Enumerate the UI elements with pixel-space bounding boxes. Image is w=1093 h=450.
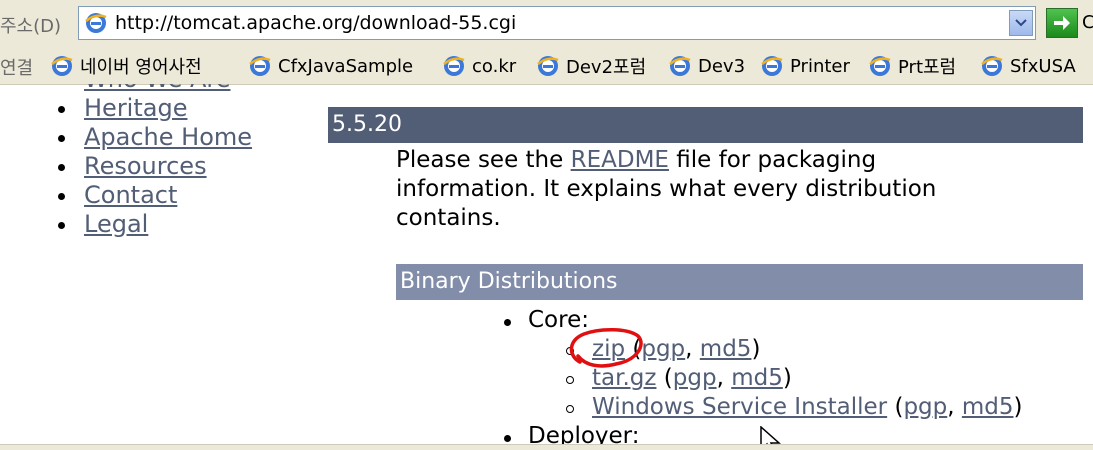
link-item-dev2forum[interactable]: Dev2포럼: [536, 52, 646, 80]
download-item-zip: zip (pgp, md5): [566, 335, 1023, 364]
link-item-sfxusa[interactable]: SfxUSA: [980, 52, 1076, 80]
deployer-item: Deployer:: [500, 422, 957, 444]
sidebar-link-resources[interactable]: Resources: [84, 152, 207, 180]
intro-text-before: Please see the: [396, 147, 571, 173]
mouse-cursor-icon: [760, 426, 781, 444]
ie-page-icon: [981, 56, 1003, 76]
bullet: [566, 405, 574, 413]
intro-paragraph: Please see the README file for packaging…: [396, 146, 956, 233]
ie-page-icon: [85, 13, 107, 33]
sidebar-item-resources: Resources: [58, 152, 252, 181]
link-item-printer[interactable]: Printer: [760, 52, 850, 80]
sidebar-link-who-we-are[interactable]: Who We Are: [84, 84, 231, 93]
distribution-list: Core: zip (pgp, md5) tar.gz (pgp, md5) W…: [500, 306, 1023, 444]
link-item-dev3[interactable]: Dev3: [668, 52, 745, 80]
address-dropdown-button[interactable]: [1009, 10, 1033, 36]
address-toolbar: 주소(D) http://tomcat.apache.org/download-…: [0, 0, 1093, 49]
download-item-targz: tar.gz (pgp, md5): [566, 364, 1023, 393]
bullet: [504, 319, 511, 326]
chevron-down-icon: [1015, 19, 1027, 27]
bullet: [566, 376, 574, 384]
bullet: [58, 193, 65, 200]
sidebar-item-legal: Legal: [58, 210, 252, 239]
ie-page-icon: [443, 56, 465, 76]
bullet: [566, 347, 574, 355]
deployer-label: Deployer:: [528, 423, 640, 444]
browser-window: 주소(D) http://tomcat.apache.org/download-…: [0, 0, 1093, 450]
ie-page-icon: [51, 56, 73, 76]
core-item: Core:: [500, 306, 957, 335]
ie-page-icon: [249, 56, 271, 76]
page-content: Who We Are Heritage Apache Home Resource…: [0, 84, 1093, 444]
sidebar-item-heritage: Heritage: [58, 94, 252, 123]
link-item-label: CfxJavaSample: [278, 55, 414, 77]
link-item-prtforum[interactable]: Prt포럼: [868, 52, 956, 80]
zip-md5-link[interactable]: md5: [700, 336, 752, 362]
address-input[interactable]: http://tomcat.apache.org/download-55.cgi: [78, 6, 1036, 40]
bullet: [58, 164, 65, 171]
address-label: 주소(D): [0, 16, 62, 37]
bullet: [58, 135, 65, 142]
bullet: [58, 222, 65, 229]
sidebar-link-legal[interactable]: Legal: [84, 210, 148, 238]
zip-link[interactable]: zip: [592, 336, 625, 362]
sidebar-link-heritage[interactable]: Heritage: [84, 94, 187, 122]
links-label: 연결: [0, 58, 34, 79]
zip-pgp-link[interactable]: pgp: [641, 336, 685, 362]
ie-page-icon: [761, 56, 783, 76]
ie-page-icon: [669, 56, 691, 76]
download-item-windows-installer: Windows Service Installer (pgp, md5): [566, 393, 1023, 422]
readme-link[interactable]: README: [571, 147, 669, 173]
windows-installer-md5-link[interactable]: md5: [962, 394, 1014, 420]
version-heading: 5.5.20: [328, 107, 1083, 143]
sidebar-link-contact[interactable]: Contact: [84, 181, 177, 209]
link-item-label: 네이버 영어사전: [80, 57, 202, 78]
sidebar-link-apache-home[interactable]: Apache Home: [84, 123, 252, 151]
targz-md5-link[interactable]: md5: [731, 365, 783, 391]
link-item-naver[interactable]: 네이버 영어사전: [50, 52, 202, 80]
bullet: [504, 435, 511, 442]
link-item-cokr[interactable]: co.kr: [442, 52, 516, 80]
core-download-list: zip (pgp, md5) tar.gz (pgp, md5) Windows…: [566, 335, 1023, 422]
go-label-fragment: C: [1082, 12, 1093, 33]
sidebar-item-apache-home: Apache Home: [58, 123, 252, 152]
sidebar-item-who-we-are: Who We Are: [58, 84, 252, 94]
link-item-label: Dev3: [698, 55, 746, 77]
targz-pgp-link[interactable]: pgp: [673, 365, 717, 391]
ie-page-icon: [869, 56, 891, 76]
link-item-label: SfxUSA: [1010, 55, 1076, 77]
address-url[interactable]: http://tomcat.apache.org/download-55.cgi: [115, 12, 516, 34]
windows-installer-link[interactable]: Windows Service Installer: [592, 394, 887, 420]
status-bar-edge: [0, 444, 1093, 450]
targz-link[interactable]: tar.gz: [592, 365, 656, 391]
sidebar-nav: Who We Are Heritage Apache Home Resource…: [58, 84, 252, 239]
link-item-label: co.kr: [472, 55, 517, 77]
core-label: Core:: [528, 307, 589, 333]
go-button[interactable]: [1046, 8, 1078, 38]
link-item-label: Prt포럼: [898, 57, 957, 78]
links-toolbar: 연결 네이버 영어사전 CfxJavaSample co.kr Dev2포럼 D…: [0, 48, 1093, 85]
arrow-right-icon: [1054, 16, 1070, 30]
windows-installer-pgp-link[interactable]: pgp: [903, 394, 947, 420]
ie-page-icon: [537, 56, 559, 76]
link-item-label: Printer: [790, 55, 850, 77]
link-item-label: Dev2포럼: [566, 57, 647, 78]
link-item-cfxjavasample[interactable]: CfxJavaSample: [248, 52, 413, 80]
bullet: [58, 106, 65, 113]
binary-distributions-heading: Binary Distributions: [396, 264, 1083, 300]
sidebar-item-contact: Contact: [58, 181, 252, 210]
